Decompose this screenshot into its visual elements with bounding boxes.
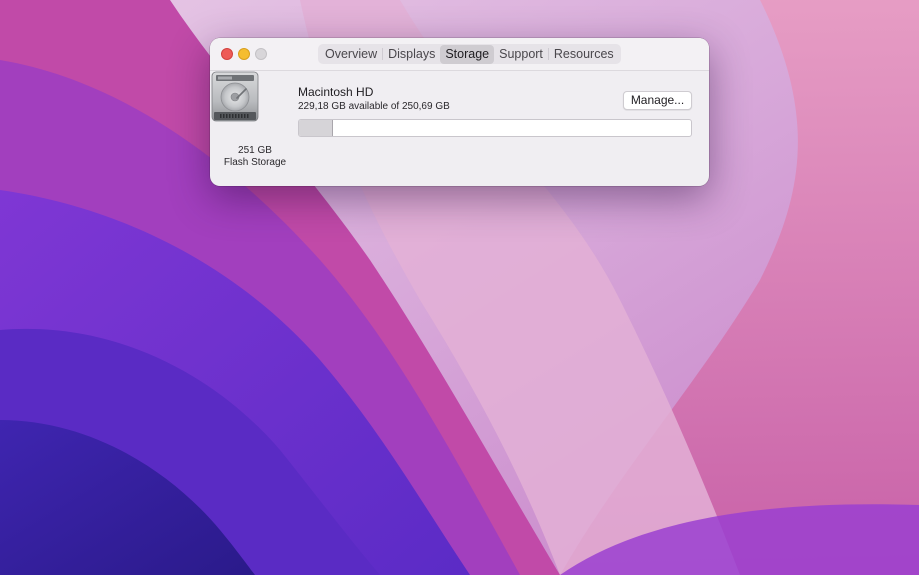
- storage-window: Overview Displays Storage Support Resour…: [210, 38, 709, 186]
- minimize-button[interactable]: [238, 48, 250, 60]
- hard-drive-icon: [211, 71, 259, 122]
- disk-caption: 251 GB Flash Storage: [214, 145, 296, 169]
- tab-storage[interactable]: Storage: [440, 44, 495, 64]
- storage-pane: 251 GB Flash Storage Macintosh HD 229,18…: [210, 71, 709, 186]
- window-titlebar: Overview Displays Storage Support Resour…: [210, 38, 709, 71]
- storage-usage-bar: [298, 119, 692, 137]
- tab-overview[interactable]: Overview: [320, 45, 382, 64]
- disk-size: 251 GB: [238, 145, 272, 156]
- tab-resources[interactable]: Resources: [549, 45, 619, 64]
- desktop-wallpaper: Overview Displays Storage Support Resour…: [0, 0, 919, 575]
- close-button[interactable]: [221, 48, 233, 60]
- storage-used-segment: [299, 120, 333, 136]
- volume-name: Macintosh HD: [298, 85, 374, 99]
- tab-displays[interactable]: Displays: [383, 45, 440, 64]
- zoom-button: [255, 48, 267, 60]
- manage-button[interactable]: Manage...: [623, 91, 692, 110]
- disk-type: Flash Storage: [223, 157, 287, 168]
- tab-bar: Overview Displays Storage Support Resour…: [318, 44, 621, 64]
- volume-availability: 229,18 GB available of 250,69 GB: [298, 101, 450, 112]
- tab-support[interactable]: Support: [494, 45, 548, 64]
